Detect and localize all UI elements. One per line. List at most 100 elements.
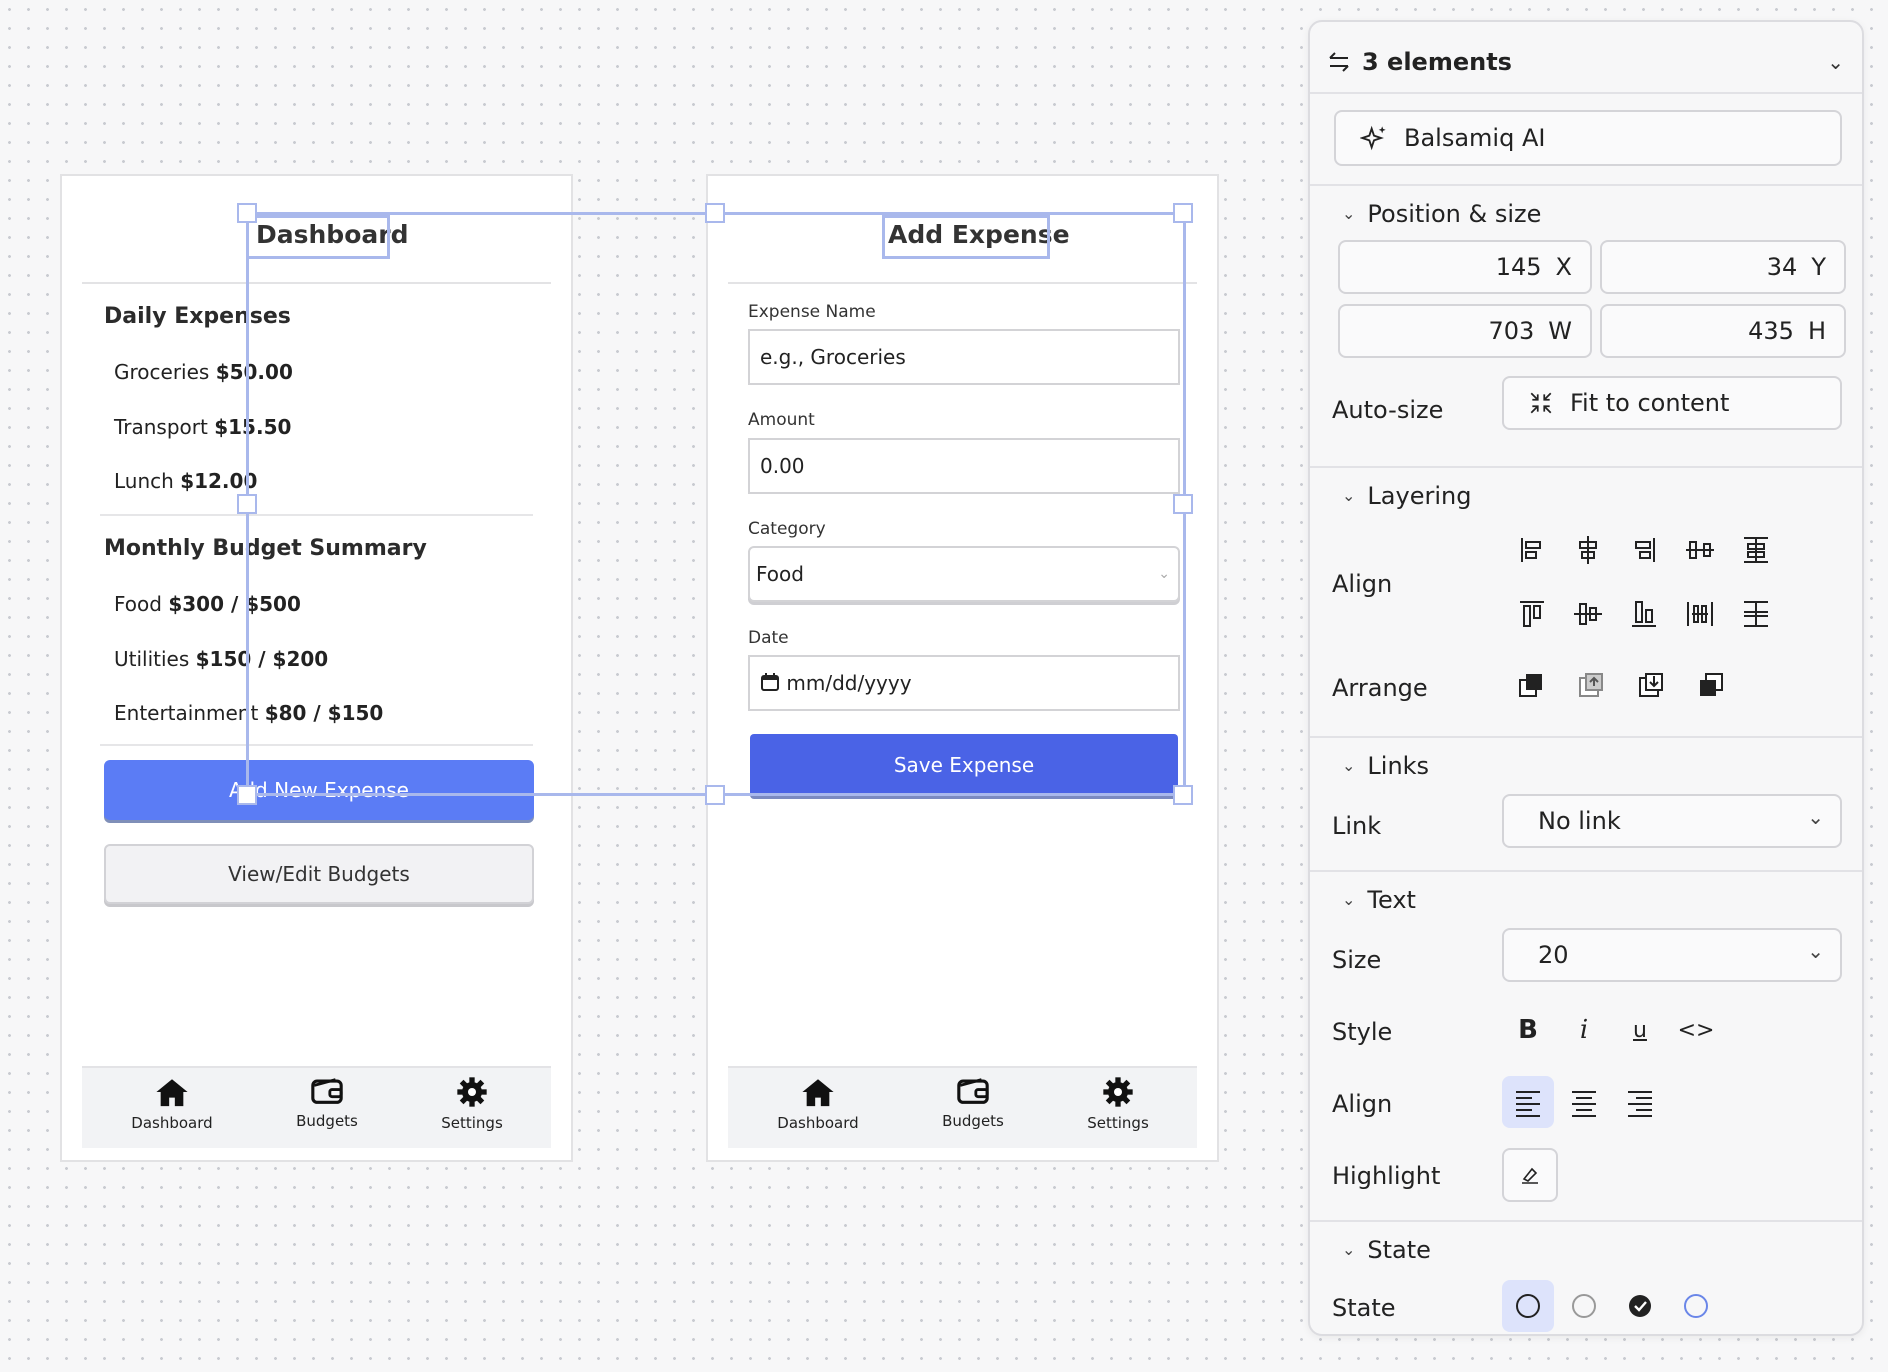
arrange-label: Arrange xyxy=(1332,674,1428,702)
expense-name-input[interactable]: e.g., Groceries xyxy=(748,329,1180,385)
tab-label: Budgets xyxy=(296,1112,358,1130)
chevron-down-icon: ⌄ xyxy=(1342,890,1356,909)
text-style-label: Style xyxy=(1332,1018,1393,1046)
highlighter-icon xyxy=(1522,1167,1538,1184)
resize-handle[interactable] xyxy=(705,203,725,223)
text-align-center-icon[interactable] xyxy=(1558,1076,1610,1128)
tab-settings[interactable]: Settings xyxy=(1048,1076,1188,1132)
amount-input[interactable]: 0.00 xyxy=(748,438,1180,494)
resize-handle[interactable] xyxy=(1173,785,1193,805)
fit-to-content-button[interactable]: Fit to content xyxy=(1502,376,1842,430)
distribute-horizontal-icon[interactable] xyxy=(1674,524,1726,576)
y-input[interactable]: 34 Y xyxy=(1600,240,1846,294)
text-align-right-icon[interactable] xyxy=(1614,1076,1666,1128)
daily-item-row: Lunch $12.00 xyxy=(114,469,258,493)
state-section: ⌄ State State xyxy=(1310,1220,1862,1332)
align-middle-icon[interactable] xyxy=(1562,588,1614,640)
add-expense-screen[interactable]: Add Expense Expense Name e.g., Groceries… xyxy=(706,174,1219,1162)
dashboard-screen[interactable]: Dashboard Daily Expenses Groceries $50.0… xyxy=(60,174,573,1162)
x-input[interactable]: 145 X xyxy=(1338,240,1592,294)
align-top-icon[interactable] xyxy=(1506,588,1558,640)
space-vertical-icon[interactable] xyxy=(1730,588,1782,640)
category-select[interactable]: Food ⌄ xyxy=(748,546,1180,602)
state-label: State xyxy=(1332,1294,1396,1322)
width-input[interactable]: 703 W xyxy=(1338,304,1592,358)
tab-settings[interactable]: Settings xyxy=(402,1076,542,1132)
text-heading[interactable]: ⌄ Text xyxy=(1342,886,1416,914)
tab-dashboard[interactable]: Dashboard xyxy=(748,1076,888,1132)
layering-heading[interactable]: ⌄ Layering xyxy=(1342,482,1471,510)
state-focused-icon[interactable] xyxy=(1670,1280,1722,1332)
tab-budgets[interactable]: Budgets xyxy=(257,1076,397,1130)
daily-item-row: Groceries $50.00 xyxy=(114,360,293,384)
wallet-icon xyxy=(957,1078,989,1104)
state-normal-icon[interactable] xyxy=(1502,1280,1554,1332)
title-divider xyxy=(728,282,1197,284)
chevron-down-icon: ⌄ xyxy=(1342,1240,1356,1259)
view-edit-budgets-button[interactable]: View/Edit Budgets xyxy=(104,844,534,904)
tab-label: Budgets xyxy=(942,1112,1004,1130)
chevron-down-icon[interactable]: ⌄ xyxy=(1827,50,1844,74)
tab-budgets[interactable]: Budgets xyxy=(903,1076,1043,1130)
position-size-section: ⌄ Position & size 145 X 34 Y 703 W 435 H Auto… xyxy=(1310,184,1862,468)
title-selection-box xyxy=(882,215,1050,259)
text-align-left-icon[interactable] xyxy=(1502,1076,1554,1128)
bold-icon[interactable]: B xyxy=(1502,1004,1554,1056)
space-horizontal-icon[interactable] xyxy=(1674,588,1726,640)
align-left-icon[interactable] xyxy=(1506,524,1558,576)
budget-item-row: Utilities $150 / $200 xyxy=(114,647,329,671)
tab-dashboard[interactable]: Dashboard xyxy=(102,1076,242,1132)
shrink-icon xyxy=(1530,392,1552,414)
tab-label: Settings xyxy=(441,1114,503,1132)
text-section: ⌄ Text Size 20 ⌄ Style B i u <> Align Hig… xyxy=(1310,870,1862,1222)
auto-size-label: Auto-size xyxy=(1332,396,1444,424)
section-divider xyxy=(100,514,533,516)
selection-header[interactable]: 3 elements xyxy=(1326,42,1512,82)
send-backward-icon[interactable] xyxy=(1626,660,1678,712)
link-select[interactable]: No link ⌄ xyxy=(1502,794,1842,848)
align-bottom-icon[interactable] xyxy=(1618,588,1670,640)
link-label: Link xyxy=(1332,812,1382,840)
wallet-icon xyxy=(311,1078,343,1104)
underline-icon[interactable]: u xyxy=(1614,1004,1666,1056)
links-heading[interactable]: ⌄ Links xyxy=(1342,752,1429,780)
italic-icon[interactable]: i xyxy=(1558,1004,1610,1056)
expense-name-label: Expense Name xyxy=(748,302,876,322)
code-icon[interactable]: <> xyxy=(1670,1004,1722,1056)
state-heading[interactable]: ⌄ State xyxy=(1342,1236,1431,1264)
tab-label: Dashboard xyxy=(777,1114,859,1132)
align-center-icon[interactable] xyxy=(1562,524,1614,576)
state-selected-icon[interactable] xyxy=(1614,1280,1666,1332)
resize-handle[interactable] xyxy=(237,203,257,223)
bring-to-front-icon[interactable] xyxy=(1506,660,1558,712)
send-to-back-icon[interactable] xyxy=(1686,660,1738,712)
links-section: ⌄ Links Link No link ⌄ xyxy=(1310,736,1862,872)
text-size-select[interactable]: 20 ⌄ xyxy=(1502,928,1842,982)
chevron-down-icon: ⌄ xyxy=(1342,756,1356,775)
resize-handle[interactable] xyxy=(1173,494,1193,514)
properties-inspector: 3 elements ⌄ Balsamiq AI ⌄ Position & siz… xyxy=(1308,20,1864,1336)
position-size-heading[interactable]: ⌄ Position & size xyxy=(1342,200,1541,228)
daily-expenses-heading: Daily Expenses xyxy=(104,304,291,329)
text-size-label: Size xyxy=(1332,946,1382,974)
add-new-expense-button[interactable]: Add New Expense xyxy=(104,760,534,820)
resize-handle[interactable] xyxy=(237,494,257,514)
bottom-tab-bar: Dashboard Budgets Settings xyxy=(728,1066,1197,1148)
resize-handle[interactable] xyxy=(705,785,725,805)
save-expense-button[interactable]: Save Expense xyxy=(750,734,1178,796)
home-icon xyxy=(156,1079,188,1107)
gear-icon xyxy=(1103,1077,1133,1107)
date-label: Date xyxy=(748,628,789,648)
height-input[interactable]: 435 H xyxy=(1600,304,1846,358)
bring-forward-icon[interactable] xyxy=(1566,660,1618,712)
budget-item-row: Food $300 / $500 xyxy=(114,592,301,616)
state-disabled-icon[interactable] xyxy=(1558,1280,1610,1332)
date-input[interactable]: mm/dd/yyyy xyxy=(748,655,1180,711)
resize-handle[interactable] xyxy=(1173,203,1193,223)
daily-item-row: Transport $15.50 xyxy=(114,415,292,439)
resize-handle[interactable] xyxy=(237,785,257,805)
highlight-button[interactable] xyxy=(1502,1148,1558,1202)
distribute-vertical-icon[interactable] xyxy=(1730,524,1782,576)
align-right-icon[interactable] xyxy=(1618,524,1670,576)
balsamiq-ai-button[interactable]: Balsamiq AI xyxy=(1334,110,1842,166)
